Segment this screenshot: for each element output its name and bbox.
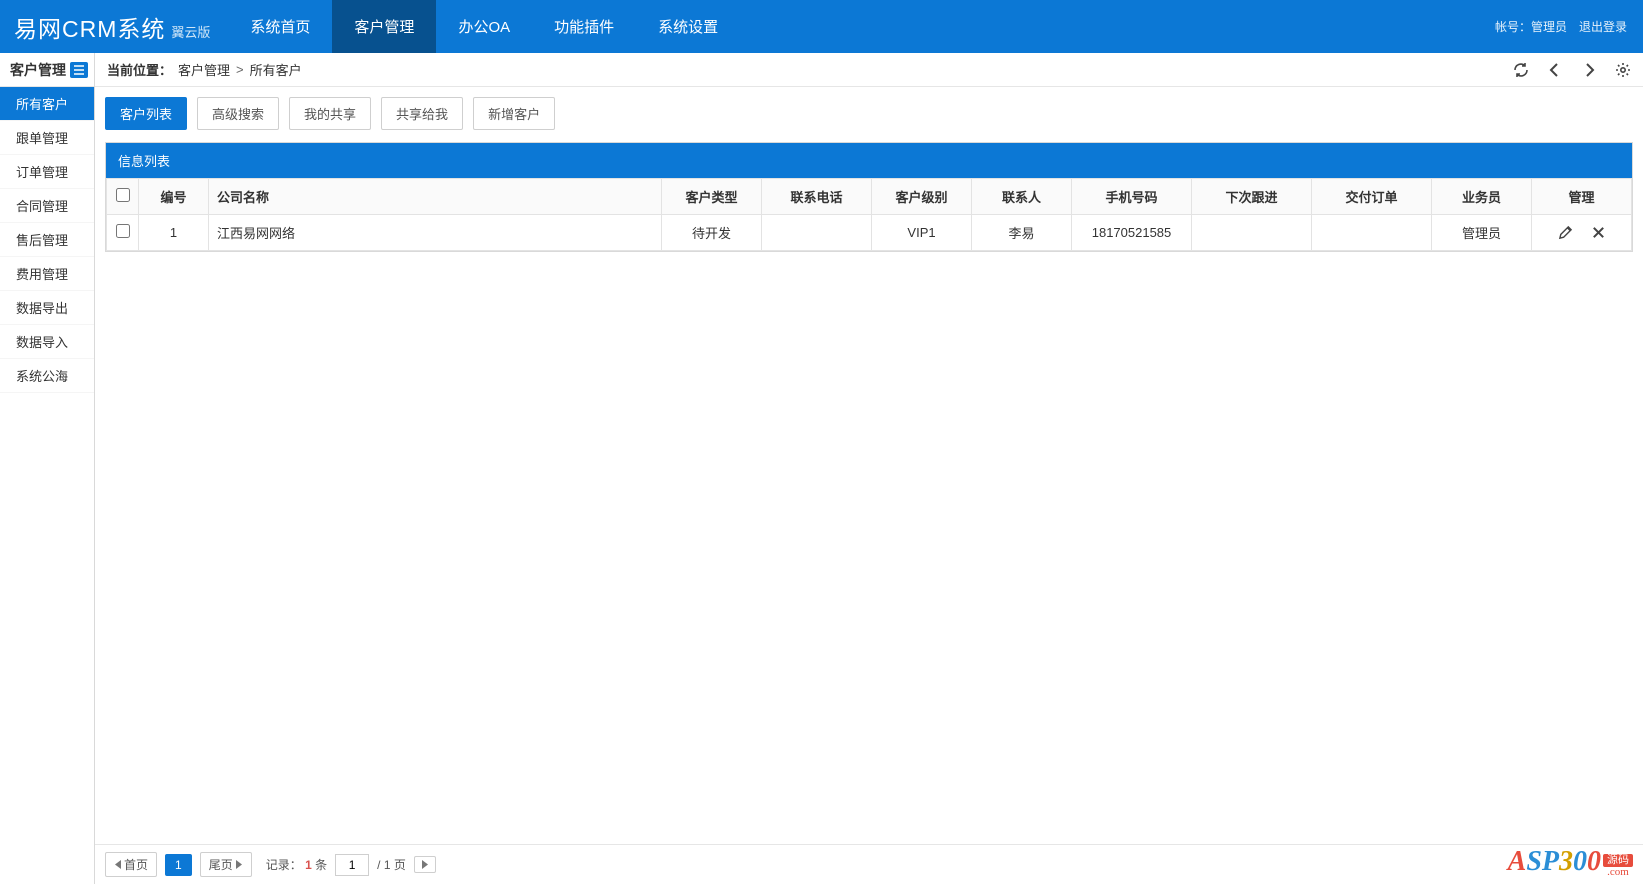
sidebar-title: 客户管理: [10, 60, 66, 80]
breadcrumb-sep: >: [236, 62, 244, 77]
list-panel: 信息列表 编号 公司名称 客户类型 联系电话 客户级别 联系人 手机号码 下次跟: [105, 142, 1633, 252]
nav-item-plugin[interactable]: 功能插件: [532, 0, 636, 53]
col-contact: 联系人: [972, 179, 1072, 215]
col-num: 编号: [139, 179, 209, 215]
triangle-left-icon: [114, 860, 122, 869]
breadcrumb-page: 所有客户: [250, 60, 302, 79]
delete-icon[interactable]: [1591, 225, 1606, 240]
customer-table: 编号 公司名称 客户类型 联系电话 客户级别 联系人 手机号码 下次跟进 交付订…: [106, 178, 1632, 251]
sidebar-item-import[interactable]: 数据导入: [0, 325, 94, 359]
col-manage: 管理: [1532, 179, 1632, 215]
logout-link[interactable]: 退出登录: [1579, 18, 1627, 35]
nav-item-customer[interactable]: 客户管理: [332, 0, 436, 53]
logo-main: 易网CRM系统: [14, 10, 165, 44]
cell-mobile: 18170521585: [1072, 215, 1192, 251]
pager-goto-input[interactable]: [335, 854, 369, 876]
col-next: 下次跟进: [1192, 179, 1312, 215]
sidebar-collapse-icon[interactable]: [70, 62, 88, 78]
col-mobile: 手机号码: [1072, 179, 1192, 215]
sidebar-item-export[interactable]: 数据导出: [0, 291, 94, 325]
nav-right: 帐号：管理员 退出登录: [1495, 18, 1643, 35]
sidebar: 客户管理 所有客户 跟单管理 订单管理 合同管理 售后管理 费用管理 数据导出 …: [0, 53, 95, 884]
main: 当前位置： 客户管理 > 所有客户: [95, 53, 1643, 884]
cell-actions: [1532, 215, 1632, 251]
breadcrumb: 当前位置： 客户管理 > 所有客户: [107, 60, 302, 79]
col-company: 公司名称: [209, 179, 662, 215]
account-label: 帐号：管理员: [1495, 18, 1567, 35]
tab-add-customer[interactable]: 新增客户: [473, 97, 555, 130]
cell-sales: 管理员: [1432, 215, 1532, 251]
cell-phone: [762, 215, 872, 251]
sidebar-item-pool[interactable]: 系统公海: [0, 359, 94, 393]
pager-total: / 1 页: [377, 856, 406, 873]
logo: 易网CRM系统 翼云版: [0, 10, 228, 44]
forward-icon[interactable]: [1581, 62, 1597, 78]
sidebar-header: 客户管理: [0, 53, 94, 87]
col-checkbox: [107, 179, 139, 215]
pager-last[interactable]: 尾页: [200, 852, 252, 877]
col-phone: 联系电话: [762, 179, 872, 215]
cell-type: 待开发: [662, 215, 762, 251]
tab-customer-list[interactable]: 客户列表: [105, 97, 187, 130]
tab-my-share[interactable]: 我的共享: [289, 97, 371, 130]
col-order: 交付订单: [1312, 179, 1432, 215]
toolbar-icons: [1513, 62, 1631, 78]
table-row: 1 江西易网网络 待开发 VIP1 李易 18170521585 管理员: [107, 215, 1632, 251]
sidebar-item-orders[interactable]: 订单管理: [0, 155, 94, 189]
col-level: 客户级别: [872, 179, 972, 215]
sidebar-item-all-customers[interactable]: 所有客户: [0, 87, 94, 121]
breadcrumb-label: 当前位置：: [107, 60, 172, 79]
row-checkbox[interactable]: [116, 224, 130, 238]
gear-icon[interactable]: [1615, 62, 1631, 78]
breadcrumb-bar: 当前位置： 客户管理 > 所有客户: [95, 53, 1643, 87]
pager-records: 记录： 1 条: [266, 856, 327, 873]
cell-contact: 李易: [972, 215, 1072, 251]
sidebar-item-follow[interactable]: 跟单管理: [0, 121, 94, 155]
breadcrumb-group[interactable]: 客户管理: [178, 60, 230, 79]
refresh-icon[interactable]: [1513, 62, 1529, 78]
cell-level: VIP1: [872, 215, 972, 251]
cell-company[interactable]: 江西易网网络: [209, 215, 662, 251]
tab-advanced-search[interactable]: 高级搜索: [197, 97, 279, 130]
logo-sub: 翼云版: [171, 22, 210, 41]
tab-shared-to-me[interactable]: 共享给我: [381, 97, 463, 130]
cell-num: 1: [139, 215, 209, 251]
triangle-right-icon: [421, 860, 429, 869]
col-type: 客户类型: [662, 179, 762, 215]
cell-order: [1312, 215, 1432, 251]
nav-item-oa[interactable]: 办公OA: [436, 0, 532, 53]
cell-next: [1192, 215, 1312, 251]
pager-page-current[interactable]: 1: [165, 854, 192, 876]
panel-title: 信息列表: [106, 143, 1632, 178]
back-icon[interactable]: [1547, 62, 1563, 78]
pager-first[interactable]: 首页: [105, 852, 157, 877]
pager: 首页 1 尾页 记录： 1 条 / 1 页: [95, 844, 1643, 884]
sidebar-item-aftersales[interactable]: 售后管理: [0, 223, 94, 257]
tab-bar: 客户列表 高级搜索 我的共享 共享给我 新增客户: [105, 97, 1633, 130]
sidebar-item-expenses[interactable]: 费用管理: [0, 257, 94, 291]
content-area: 客户列表 高级搜索 我的共享 共享给我 新增客户 信息列表 编号 公司名称 客户…: [95, 87, 1643, 884]
pager-go-button[interactable]: [414, 856, 436, 873]
triangle-right-icon: [235, 860, 243, 869]
edit-icon[interactable]: [1558, 225, 1573, 240]
sidebar-item-contracts[interactable]: 合同管理: [0, 189, 94, 223]
top-nav: 易网CRM系统 翼云版 系统首页 客户管理 办公OA 功能插件 系统设置 帐号：…: [0, 0, 1643, 53]
nav-item-settings[interactable]: 系统设置: [636, 0, 740, 53]
col-sales: 业务员: [1432, 179, 1532, 215]
nav-item-home[interactable]: 系统首页: [228, 0, 332, 53]
select-all-checkbox[interactable]: [116, 188, 130, 202]
nav-items: 系统首页 客户管理 办公OA 功能插件 系统设置: [228, 0, 740, 53]
